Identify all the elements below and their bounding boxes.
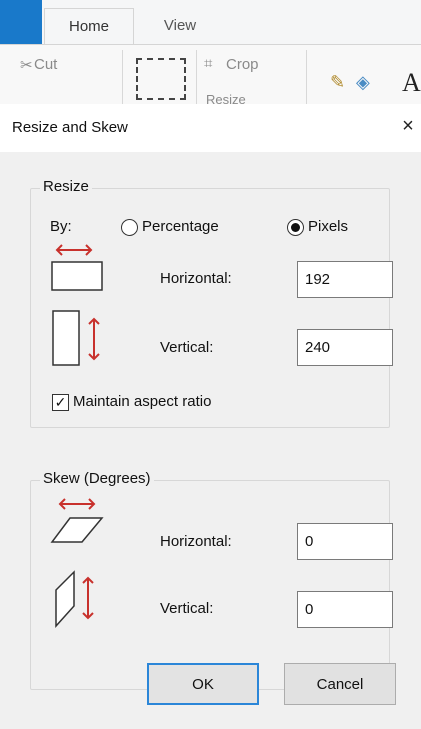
pencil-icon[interactable]: ✎ (330, 72, 345, 93)
select-tool-icon[interactable] (136, 58, 186, 100)
resize-skew-dialog: Resize and Skew × Resize By: Percentage … (0, 104, 421, 729)
ribbon-divider (196, 50, 197, 104)
file-tab[interactable] (0, 0, 42, 44)
by-label: By: (50, 218, 72, 235)
pixels-label[interactable]: Pixels (308, 218, 348, 235)
resize-vertical-field[interactable] (297, 329, 393, 366)
resize-horizontal-icon (51, 244, 103, 291)
cut-button[interactable]: Cut (34, 56, 57, 73)
skew-horizontal-label: Horizontal: (160, 533, 232, 550)
skew-vertical-label: Vertical: (160, 600, 214, 617)
ribbon-divider (306, 50, 307, 104)
skew-group-label: Skew (Degrees) (40, 470, 154, 487)
resize-vertical-label: Vertical: (160, 339, 214, 356)
resize-button[interactable]: Resize (206, 92, 286, 104)
radio-selected-dot (291, 223, 300, 232)
skew-vertical-icon (55, 570, 94, 628)
ribbon-divider (122, 50, 123, 104)
crop-button[interactable]: Crop (226, 56, 259, 73)
cancel-button[interactable]: Cancel (284, 663, 396, 705)
pixels-radio[interactable] (287, 219, 304, 236)
tab-view[interactable]: View (150, 8, 210, 44)
tab-home[interactable]: Home (44, 8, 134, 44)
fill-icon[interactable]: ◈ (356, 72, 370, 93)
maintain-aspect-label[interactable]: Maintain aspect ratio (73, 393, 211, 410)
ribbon: Home View ✂ Cut ⌗ Crop Resize ✎ ◈ A (0, 0, 421, 104)
skew-horizontal-field[interactable] (297, 523, 393, 560)
scissors-icon[interactable]: ✂ (20, 56, 33, 74)
resize-vertical-icon (52, 310, 100, 366)
skew-vertical-field[interactable] (297, 591, 393, 628)
ok-button[interactable]: OK (147, 663, 259, 705)
resize-group-label: Resize (40, 178, 92, 195)
crop-icon[interactable]: ⌗ (204, 55, 212, 72)
skew-horizontal-icon (50, 498, 104, 543)
resize-horizontal-field[interactable] (297, 261, 393, 298)
text-tool-icon[interactable]: A (402, 68, 421, 98)
close-icon[interactable]: × (396, 114, 420, 138)
percentage-label[interactable]: Percentage (142, 218, 219, 235)
resize-horizontal-label: Horizontal: (160, 270, 232, 287)
dialog-title-bar: Resize and Skew × (0, 104, 421, 152)
dialog-title: Resize and Skew (12, 119, 128, 136)
percentage-radio[interactable] (121, 219, 138, 236)
maintain-aspect-checkbox[interactable]: ✓ (52, 394, 69, 411)
